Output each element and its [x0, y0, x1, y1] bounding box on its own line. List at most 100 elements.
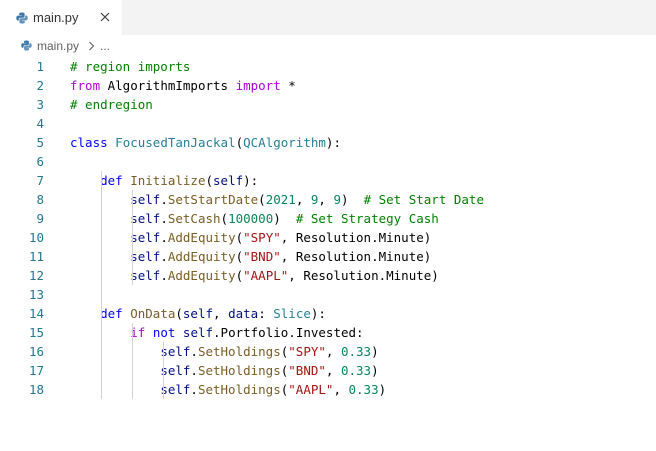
code-line[interactable]: 4: [0, 114, 656, 133]
breadcrumb: main.py ...: [0, 35, 656, 57]
code-token: .: [160, 249, 168, 264]
code-text[interactable]: self.AddEquity("AAPL", Resolution.Minute…: [70, 266, 439, 285]
code-token: , Resolution.Minute): [280, 249, 432, 264]
code-token: OnData: [130, 306, 176, 321]
code-token: SetHoldings: [197, 382, 281, 397]
code-text[interactable]: self.SetHoldings("BND", 0.33): [70, 361, 379, 380]
code-line[interactable]: 9 self.SetCash(100000) # Set Strategy Ca…: [0, 209, 656, 228]
code-token: ): [341, 192, 364, 207]
code-text[interactable]: from AlgorithmImports import *: [70, 76, 296, 95]
code-token: # Set Start Date: [363, 192, 484, 207]
line-number: 11: [28, 249, 44, 264]
tab-title[interactable]: main.py: [33, 9, 79, 26]
line-number: 5: [36, 135, 44, 150]
indent-guide: [163, 342, 164, 399]
code-text[interactable]: self.SetHoldings("AAPL", 0.33): [70, 380, 386, 399]
line-number: 18: [28, 382, 44, 397]
code-token: "SPY": [288, 344, 326, 359]
code-token: ): [371, 363, 379, 378]
code-line[interactable]: 17 self.SetHoldings("BND", 0.33): [0, 361, 656, 380]
code-token: self: [182, 325, 214, 340]
code-token: self: [160, 363, 191, 378]
code-text[interactable]: class FocusedTanJackal(QCAlgorithm):: [70, 133, 341, 152]
code-token: 0.33: [348, 382, 379, 397]
code-token: "BND": [243, 249, 281, 264]
code-token: .: [190, 382, 198, 397]
line-number: 9: [36, 211, 44, 226]
chevron-right-icon: [89, 41, 95, 51]
indent-guide: [132, 323, 133, 399]
code-token: SetStartDate: [167, 192, 259, 207]
code-text[interactable]: # endregion: [70, 95, 153, 114]
code-token: (: [258, 192, 266, 207]
code-token: data: [228, 306, 259, 321]
code-token: (: [205, 173, 214, 188]
code-token: FocusedTanJackal: [115, 135, 236, 150]
code-token: from: [70, 78, 101, 93]
code-text[interactable]: self.SetHoldings("SPY", 0.33): [70, 342, 379, 361]
code-line[interactable]: 15 if not self.Portfolio.Invested:: [0, 323, 656, 342]
code-token: (: [175, 306, 183, 321]
code-text[interactable]: def Initialize(self):: [70, 171, 258, 190]
code-text[interactable]: def OnData(self, data: Slice):: [70, 304, 326, 323]
code-line[interactable]: 13: [0, 285, 656, 304]
tab-main-py[interactable]: main.py: [0, 0, 122, 35]
line-number: 7: [36, 173, 44, 188]
code-token: (: [235, 135, 244, 150]
code-line[interactable]: 11 self.AddEquity("BND", Resolution.Minu…: [0, 247, 656, 266]
code-token: (: [235, 268, 244, 283]
line-number: 14: [28, 306, 44, 321]
code-token: # Set Strategy Cash: [295, 211, 439, 226]
code-token: self: [182, 306, 214, 321]
code-line[interactable]: 3 # endregion: [0, 95, 656, 114]
indent-guide: [132, 190, 133, 285]
line-number: 16: [28, 344, 44, 359]
code-token: (: [220, 211, 229, 226]
code-token: .: [190, 344, 198, 359]
code-text[interactable]: self.AddEquity("SPY", Resolution.Minute): [70, 228, 431, 247]
code-token: ,: [295, 192, 311, 207]
code-line[interactable]: 14 def OnData(self, data: Slice):: [0, 304, 656, 323]
code-line[interactable]: 16 self.SetHoldings("SPY", 0.33): [0, 342, 656, 361]
code-token: ): [371, 344, 379, 359]
breadcrumb-ellipsis[interactable]: ...: [100, 38, 110, 54]
close-icon[interactable]: [98, 10, 112, 24]
code-line[interactable]: 5 class FocusedTanJackal(QCAlgorithm):: [0, 133, 656, 152]
code-token: AddEquity: [167, 268, 236, 283]
code-token: , Resolution.Minute): [288, 268, 439, 283]
code-line[interactable]: 18 self.SetHoldings("AAPL", 0.33): [0, 380, 656, 399]
code-token: .: [160, 211, 168, 226]
code-text[interactable]: if not self.Portfolio.Invested:: [70, 323, 363, 342]
code-token: (: [235, 230, 244, 245]
code-line[interactable]: 8 self.SetStartDate(2021, 9, 9) # Set St…: [0, 190, 656, 209]
code-line[interactable]: 2 from AlgorithmImports import *: [0, 76, 656, 95]
code-line[interactable]: 10 self.AddEquity("SPY", Resolution.Minu…: [0, 228, 656, 247]
code-token: self: [130, 211, 161, 226]
breadcrumb-file[interactable]: main.py: [37, 38, 79, 54]
code-text[interactable]: self.AddEquity("BND", Resolution.Minute): [70, 247, 431, 266]
code-text[interactable]: # region imports: [70, 57, 190, 76]
code-token: ,: [325, 363, 341, 378]
code-token: SetHoldings: [197, 344, 281, 359]
python-file-icon: [21, 40, 32, 51]
tab-bar: main.py: [0, 0, 656, 35]
code-token: # region imports: [70, 59, 191, 74]
code-text[interactable]: self.SetCash(100000) # Set Strategy Cash: [70, 209, 439, 228]
python-file-icon: [16, 12, 28, 24]
code-line[interactable]: 6: [0, 152, 656, 171]
code-token: self: [130, 268, 161, 283]
code-token: ): [273, 211, 296, 226]
code-token: ):: [243, 173, 259, 188]
code-line[interactable]: 1 # region imports: [0, 57, 656, 76]
code-line[interactable]: 12 self.AddEquity("AAPL", Resolution.Min…: [0, 266, 656, 285]
code-line[interactable]: 7 def Initialize(self):: [0, 171, 656, 190]
line-number: 4: [36, 116, 44, 131]
code-token: class: [70, 135, 108, 150]
code-editor[interactable]: 1 # region imports 2 from AlgorithmImports …: [0, 57, 656, 451]
code-token: self: [130, 230, 161, 245]
code-token: AlgorithmImports: [100, 78, 236, 93]
code-token: Initialize: [130, 173, 206, 188]
